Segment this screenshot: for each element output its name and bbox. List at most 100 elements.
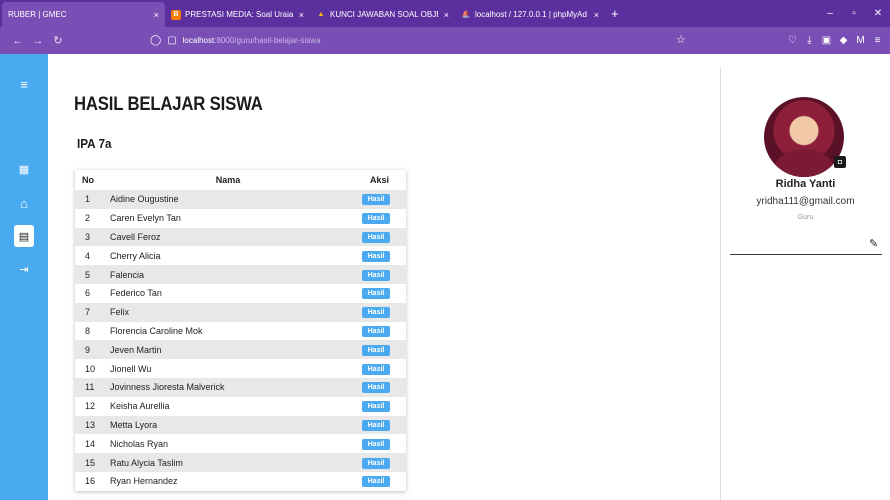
avatar	[764, 97, 844, 177]
camera-icon[interactable]: ◘	[834, 156, 846, 168]
close-tab-icon[interactable]: ×	[594, 10, 599, 20]
row-nama: Felix	[103, 302, 346, 322]
row-nama: Caren Evelyn Tan	[103, 208, 346, 228]
row-aksi: Hasil	[346, 340, 406, 360]
hasil-button[interactable]: Hasil	[361, 231, 391, 243]
browser-tab-phpmyadmin[interactable]: ⛵ localhost / 127.0.0.1 | phpMyAd ×	[455, 2, 605, 27]
row-no: 2	[75, 208, 103, 228]
row-no: 10	[75, 359, 103, 378]
home-icon[interactable]: ⌂	[16, 195, 32, 211]
close-tab-icon[interactable]: ×	[444, 10, 449, 20]
hasil-button[interactable]: Hasil	[361, 476, 391, 488]
table-row: 7 Felix Hasil	[75, 302, 406, 322]
row-nama: Cavell Feroz	[103, 227, 346, 247]
row-no: 12	[75, 396, 103, 416]
hasil-button[interactable]: Hasil	[361, 438, 391, 450]
student-table: No Nama Aksi 1 Aidine Ougustine Hasil 2 Care…	[75, 170, 406, 491]
hasil-button[interactable]: Hasil	[361, 307, 391, 319]
row-nama: Ratu Alycia Taslim	[103, 453, 346, 472]
hasil-button[interactable]: Hasil	[361, 344, 391, 356]
row-nama: Federico Tan	[103, 283, 346, 303]
shield-icon: ◯	[150, 34, 162, 46]
close-window-icon[interactable]: ✕	[866, 0, 890, 27]
book-icon[interactable]: ▤	[14, 225, 34, 247]
profile-divider	[730, 254, 882, 255]
row-no: 1	[75, 190, 103, 209]
header-aksi: Aksi	[346, 170, 406, 190]
grid-icon[interactable]: ▦	[16, 161, 32, 177]
profile-name: Ridha Yanti	[775, 178, 836, 190]
table-row: 15 Ratu Alycia Taslim Hasil	[75, 453, 406, 472]
row-nama: Aidine Ougustine	[103, 190, 346, 209]
browser-toolbar: ♡ ⤓ ▣ ◆ M ≡	[784, 27, 886, 54]
row-no: 4	[75, 246, 103, 266]
header-no: No	[75, 170, 103, 190]
logout-icon[interactable]: ⇥	[16, 261, 32, 277]
url-bar[interactable]: ◯ ▢ localhost:8000/guru/hasil-belajar-si…	[150, 30, 690, 50]
row-aksi: Hasil	[346, 302, 406, 322]
row-no: 13	[75, 415, 103, 435]
page-info-icon: ▢	[167, 34, 177, 46]
tab-title: RUBER | GMEC	[8, 10, 67, 19]
hasil-button[interactable]: Hasil	[361, 325, 391, 337]
hasil-button[interactable]: Hasil	[361, 213, 391, 225]
download-icon[interactable]: ⤓	[801, 35, 818, 46]
row-no: 9	[75, 340, 103, 360]
back-icon[interactable]: ←	[8, 35, 28, 47]
table-row: 14 Nicholas Ryan Hasil	[75, 434, 406, 454]
minimize-icon[interactable]: –	[818, 0, 842, 27]
close-tab-icon[interactable]: ×	[154, 10, 159, 20]
table-row: 10 Jionell Wu Hasil	[75, 359, 406, 378]
browser-tab-ruber[interactable]: RUBER | GMEC ×	[2, 2, 165, 27]
hasil-button[interactable]: Hasil	[361, 269, 391, 281]
hasil-button[interactable]: Hasil	[361, 419, 391, 431]
row-aksi: Hasil	[346, 265, 406, 284]
new-tab-button[interactable]: +	[611, 6, 619, 27]
row-no: 3	[75, 227, 103, 247]
hasil-button[interactable]: Hasil	[361, 401, 391, 413]
table-row: 5 Falencia Hasil	[75, 265, 406, 284]
extension-icon[interactable]: ▣	[818, 35, 835, 46]
maximize-icon[interactable]: ▫	[842, 0, 866, 27]
pocket-icon[interactable]: ♡	[784, 35, 801, 46]
close-tab-icon[interactable]: ×	[299, 10, 304, 20]
row-nama: Nicholas Ryan	[103, 434, 346, 454]
hasil-button[interactable]: Hasil	[361, 457, 391, 469]
extension-icon[interactable]: M	[852, 35, 869, 46]
row-no: 8	[75, 321, 103, 341]
reload-icon[interactable]: ↻	[48, 34, 68, 47]
menu-icon[interactable]: ≡	[16, 76, 32, 92]
url-host: localhost	[182, 35, 215, 45]
hasil-button[interactable]: Hasil	[361, 288, 391, 300]
hasil-button[interactable]: Hasil	[361, 250, 391, 262]
extension-icon[interactable]: ◆	[835, 35, 852, 46]
browser-nav-bar: ← → ↻ ◯ ▢ localhost:8000/guru/hasil-bela…	[0, 27, 890, 54]
row-aksi: Hasil	[346, 471, 406, 491]
row-no: 5	[75, 265, 103, 284]
browser-tab-kunci[interactable]: ▲ KUNCI JAWABAN SOAL OBJEK ×	[310, 2, 455, 27]
browser-tab-prestasi[interactable]: B PRESTASI MEDIA: Soal Uraian IP ×	[165, 2, 310, 27]
tab-title: KUNCI JAWABAN SOAL OBJEK	[330, 10, 438, 19]
blogger-icon: B	[171, 9, 181, 20]
phpmyadmin-icon: ⛵	[461, 10, 471, 18]
profile-panel: ◘ Ridha Yanti yridha111@gmail.com Guru ✎	[721, 54, 890, 500]
table-row: 13 Metta Lyora Hasil	[75, 415, 406, 435]
table-row: 6 Federico Tan Hasil	[75, 283, 406, 303]
row-aksi: Hasil	[346, 434, 406, 454]
row-aksi: Hasil	[346, 415, 406, 435]
row-no: 15	[75, 453, 103, 472]
menu-icon[interactable]: ≡	[869, 35, 886, 46]
bookmark-star-icon[interactable]: ☆	[676, 33, 686, 46]
hasil-button[interactable]: Hasil	[361, 382, 391, 394]
row-nama: Jovinness Jioresta Malverick	[103, 377, 346, 397]
table-row: 16 Ryan Hernandez Hasil	[75, 471, 406, 491]
row-nama: Ryan Hernandez	[103, 471, 346, 491]
hasil-button[interactable]: Hasil	[361, 194, 391, 206]
url-path: :8000/guru/hasil-belajar-siswa	[214, 35, 321, 45]
edit-icon[interactable]: ✎	[869, 237, 878, 250]
browser-tab-bar: RUBER | GMEC × B PRESTASI MEDIA: Soal Ur…	[0, 0, 890, 27]
row-nama: Jeven Martin	[103, 340, 346, 360]
hasil-button[interactable]: Hasil	[361, 363, 391, 375]
tab-title: localhost / 127.0.0.1 | phpMyAd	[475, 10, 587, 19]
forward-icon[interactable]: →	[28, 35, 48, 47]
